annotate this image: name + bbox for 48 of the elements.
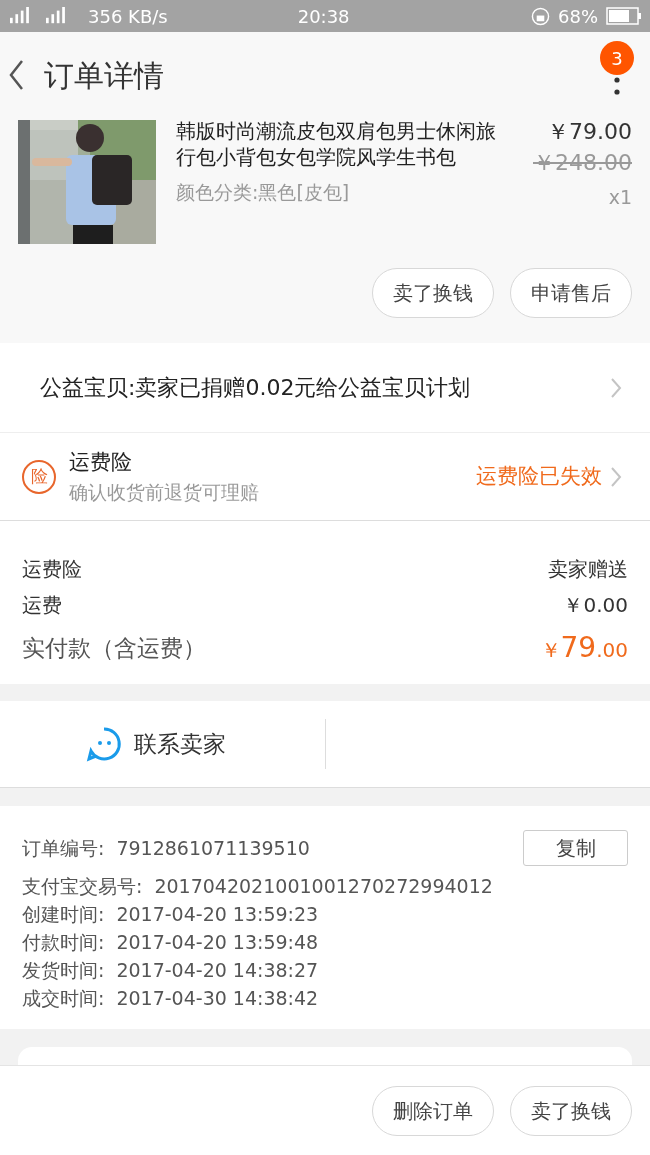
info-value: 2017-04-30 14:38:42 xyxy=(116,985,319,1011)
fee-label: 运费 xyxy=(22,592,62,619)
info-value: 2017-04-20 13:59:48 xyxy=(116,929,319,955)
original-price: ￥248.00 xyxy=(533,149,632,177)
chevron-right-icon xyxy=(610,376,622,399)
clock: 20:38 xyxy=(297,4,350,29)
charity-row[interactable]: 公益宝贝:卖家已捐赠0.02元给公益宝贝计划 xyxy=(0,343,650,433)
chat-face-icon xyxy=(86,726,122,762)
product-title: 行包小背包女包学院风学生书包 xyxy=(176,144,457,170)
insurance-title: 运费险 xyxy=(69,448,133,476)
copy-button[interactable]: 复制 xyxy=(523,830,628,866)
info-label: 付款时间: xyxy=(22,929,105,955)
battery-icon xyxy=(606,7,642,25)
info-label: 成交时间: xyxy=(22,985,105,1011)
notification-badge: 3 xyxy=(600,41,634,75)
quantity: x1 xyxy=(608,185,632,210)
network-speed: 356 KB/s xyxy=(88,4,168,29)
fee-label: 实付款（含运费） xyxy=(22,633,206,663)
battery-percent: 68% xyxy=(558,4,598,29)
insurance-row[interactable]: 险 运费险 确认收货前退货可理赔 运费险已失效 xyxy=(0,433,650,521)
action-button[interactable]: 删除订单 xyxy=(372,1086,494,1136)
chevron-right-icon xyxy=(610,465,622,488)
more-icon[interactable] xyxy=(614,77,620,97)
info-label: 支付宝交易号: xyxy=(22,873,143,899)
action-button[interactable]: 卖了换钱 xyxy=(510,1086,632,1136)
info-label: 订单编号: xyxy=(22,835,105,861)
rotation-lock-icon xyxy=(531,6,550,26)
action-button[interactable]: 申请售后 xyxy=(510,268,632,318)
info-value: 2017042021001001270272994012 xyxy=(154,873,493,899)
info-value: 7912861071139510 xyxy=(116,835,310,861)
fee-value: ￥0.00 xyxy=(563,592,628,619)
info-label: 创建时间: xyxy=(22,901,105,927)
fee-value: 卖家赠送 xyxy=(548,556,628,583)
charity-text: 公益宝贝:卖家已捐赠0.02元给公益宝贝计划 xyxy=(40,374,472,402)
page-title: 订单详情 xyxy=(44,56,164,95)
fee-label: 运费险 xyxy=(22,556,82,583)
product-title: 韩版时尚潮流皮包双肩包男士休闲旅 xyxy=(176,118,497,144)
total-amount: ￥79.00 xyxy=(540,630,628,666)
info-value: 2017-04-20 13:59:23 xyxy=(116,901,319,927)
product-sku: 颜色分类:黑色[皮包] xyxy=(176,180,351,205)
insurance-status: 运费险已失效 xyxy=(476,462,602,490)
insurance-icon: 险 xyxy=(22,459,56,494)
info-value: 2017-04-20 14:38:27 xyxy=(116,957,319,983)
action-button[interactable]: 卖了换钱 xyxy=(372,268,494,318)
info-label: 发货时间: xyxy=(22,957,105,983)
product-price: ￥79.00 xyxy=(547,118,632,146)
insurance-subtitle: 确认收货前退货可理赔 xyxy=(69,480,260,505)
back-icon[interactable] xyxy=(8,59,24,91)
